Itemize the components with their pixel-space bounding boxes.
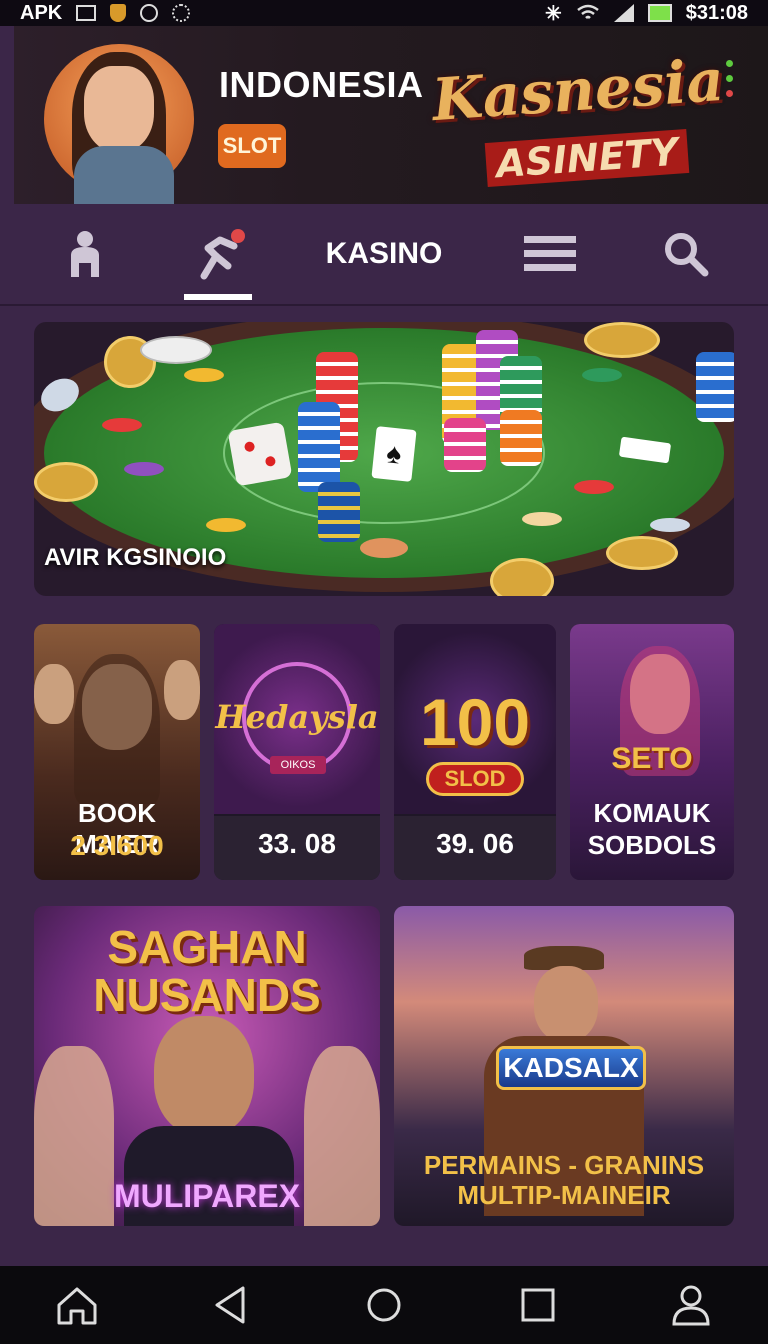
home-icon [57,1287,97,1325]
featured-person [154,1016,254,1136]
tab-profile[interactable] [50,204,120,304]
game-card-value: 2 3I600 [70,830,164,861]
featured-person [534,966,598,1042]
person-icon [71,231,99,277]
brand-logo: Kasnesia ASINETY [424,46,726,187]
dice [227,421,293,487]
featured-title-line1: SAGHAN [107,921,307,973]
game-card-hedaysla[interactable]: Hedaysla OIKOS 33. 08 [214,624,380,880]
nav-home[interactable] [47,1275,107,1335]
square-icon [76,5,97,21]
chip-stack [500,410,542,466]
game-card-badge: SETO [611,742,693,775]
chip [574,480,614,494]
nav-recents[interactable] [508,1275,568,1335]
chip-stack [298,402,340,492]
chip-stack [444,418,486,472]
game-card-value: 33. 08 [258,828,336,859]
signal-icon [613,4,634,22]
nav-home-circle[interactable] [354,1275,414,1335]
gold-coin [34,462,98,502]
chip-stack [696,352,734,422]
logo-text-main: Kasnesia [429,45,727,135]
chip [140,336,212,364]
back-icon [215,1286,245,1324]
tab-menu[interactable] [518,204,582,304]
game-card-title: Hedaysla [215,698,379,736]
tab-kasino[interactable]: KASINO [318,204,450,304]
game-card-subtitle: SLOD [426,762,524,796]
logo-text-sub: ASINETY [484,129,690,187]
chip [522,512,562,526]
hero-caption: AVIR KGSINOIO [44,544,227,571]
featured-footer-line1: PERMAINS - GRANINS [423,1150,705,1180]
chip [124,462,164,476]
profile-icon [672,1285,710,1326]
status-right: ✳ $31:08 [545,1,748,26]
game-card-title: KOMAUK [593,798,711,828]
gold-coin [490,558,554,596]
slot-badge[interactable]: SLOT [218,124,286,168]
chip [582,368,622,382]
gold-coin [584,322,660,358]
tab-kasino-label: KASINO [325,237,443,270]
featured-footer: MULIPAREX [113,1178,301,1214]
game-card-komauk[interactable]: SETO KOMAUK SOBDOLS [570,624,734,880]
tab-sports[interactable] [184,204,252,304]
tab-search[interactable] [654,204,718,304]
active-tab-indicator [184,294,252,300]
status-left: APK [20,1,191,25]
sports-icon [200,229,245,280]
featured-badge: KADSALX [496,1046,646,1090]
gold-coin [606,536,678,570]
chip [102,418,142,432]
menu-icon [524,236,576,271]
status-app-label: APK [20,1,63,24]
battery-icon [647,4,672,22]
chip [650,518,690,532]
featured-footer-line2: MULTIP-MAINEIR [457,1180,671,1210]
featured-title-line2: NUSANDS [93,969,321,1021]
gear-icon [172,4,191,22]
header-banner[interactable]: INDONESIA SLOT Kasnesia ASINETY [14,26,768,204]
game-card-title: 100 [419,685,531,759]
avatar-jacket [74,146,174,204]
chip [206,518,246,532]
shield-icon [110,4,127,22]
circle-icon [140,4,159,22]
system-nav-bar [0,1266,768,1344]
avatar [84,66,154,152]
more-menu-icon[interactable] [726,60,733,97]
wifi-icon [576,4,599,19]
home-circle-icon [367,1288,401,1322]
search-icon [665,233,709,277]
recent-apps-icon [521,1288,555,1322]
game-card-100-slod[interactable]: 100 SLOD 39. 06 [394,624,556,880]
game-card-value: 39. 06 [436,828,514,859]
tab-bar: KASINO [0,204,768,306]
clock: $31:08 [685,1,748,24]
game-card-subtitle: SOBDOLS [587,830,717,860]
featured-card-saghan[interactable]: SAGHAN NUSANDS MULIPAREX [34,906,380,1226]
nav-profile[interactable] [661,1275,721,1335]
status-bar: APK ✳ $31:08 [0,0,768,26]
chip [184,368,224,382]
chip-stack [318,482,360,542]
hero-banner[interactable]: ♠ AVIR KGSINOIO [34,322,734,596]
nav-back[interactable] [200,1275,260,1335]
bluetooth-icon: ✳ [544,2,562,25]
featured-card-kadsalx[interactable]: KADSALX PERMAINS - GRANINS MULTIP-MAINEI… [394,906,734,1226]
header-title: INDONESIA [219,64,424,105]
playing-card: ♠ [371,426,417,482]
game-card-subtitle: OIKOS [270,756,326,774]
game-card-book-maier[interactable]: BOOK MAIER 2 3I600 [34,624,200,880]
